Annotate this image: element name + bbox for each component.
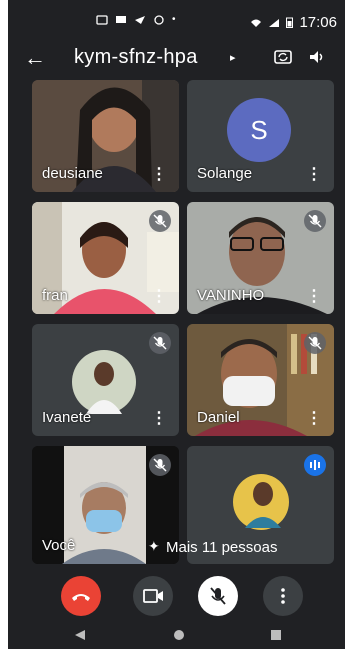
participant-name: Solange bbox=[197, 165, 253, 182]
mic-off-icon bbox=[210, 587, 226, 605]
end-call-icon bbox=[72, 594, 90, 601]
participant-name: Daniel bbox=[197, 409, 240, 426]
participant-tile-solange[interactable]: S Solange ⋮ bbox=[187, 80, 334, 192]
video-toggle-button[interactable] bbox=[133, 576, 173, 616]
more-vert-icon[interactable]: ⋮ bbox=[151, 411, 167, 427]
mic-off-icon bbox=[304, 210, 326, 232]
notification-icon bbox=[96, 14, 108, 25]
meet-screen: • 17:06 ← kym-sfnz-hpa ▸ deusiane ⋮ S So… bbox=[8, 0, 345, 649]
participant-tile-ivanete[interactable]: Ivanete ⋮ bbox=[32, 324, 179, 436]
end-call-button[interactable] bbox=[61, 576, 101, 616]
mic-off-icon bbox=[149, 332, 171, 354]
mic-off-icon bbox=[149, 210, 171, 232]
more-notifications-dot: • bbox=[172, 14, 176, 25]
mic-off-icon bbox=[304, 332, 326, 354]
system-icons: 17:06 bbox=[250, 14, 337, 31]
square-recent-icon[interactable] bbox=[270, 629, 282, 641]
more-vert-icon[interactable]: ⋮ bbox=[151, 289, 167, 305]
more-vert-icon[interactable]: ⋮ bbox=[306, 289, 322, 305]
system-nav-bar bbox=[8, 620, 345, 649]
status-time: 17:06 bbox=[299, 14, 337, 31]
more-vert-icon[interactable]: ⋮ bbox=[151, 167, 167, 183]
speaker-icon[interactable] bbox=[308, 48, 326, 66]
more-vert-icon bbox=[281, 588, 285, 604]
message-icon bbox=[116, 15, 126, 23]
mic-toggle-button[interactable] bbox=[198, 576, 238, 616]
status-bar: • 17:06 bbox=[8, 0, 345, 40]
signal-icon bbox=[269, 18, 280, 27]
participant-name: VANINHO bbox=[197, 287, 265, 304]
participant-tile-deusiane[interactable]: deusiane ⋮ bbox=[32, 80, 179, 192]
mic-off-icon bbox=[149, 454, 171, 476]
more-vert-icon[interactable]: ⋮ bbox=[306, 167, 322, 183]
sparkle-icon: ✦ bbox=[148, 538, 160, 554]
triangle-back-icon[interactable] bbox=[74, 629, 86, 641]
participant-name: deusiane bbox=[42, 165, 103, 182]
participant-tile-vaninho[interactable]: VANINHO ⋮ bbox=[187, 202, 334, 314]
participant-name: Você bbox=[42, 537, 76, 554]
battery-icon bbox=[286, 17, 294, 28]
participant-tile-fran[interactable]: fran ⋮ bbox=[32, 202, 179, 314]
notification-icons: • bbox=[96, 14, 176, 25]
call-controls bbox=[8, 570, 345, 620]
more-people-label[interactable]: Mais 11 pessoas bbox=[166, 539, 277, 556]
video-icon bbox=[143, 589, 163, 603]
caret-right-icon[interactable]: ▸ bbox=[230, 51, 236, 64]
arrow-left-icon[interactable]: ← bbox=[24, 44, 46, 72]
meeting-code[interactable]: kym-sfnz-hpa bbox=[74, 46, 198, 69]
participant-name: fran bbox=[42, 287, 68, 304]
more-vert-icon[interactable]: ⋮ bbox=[306, 411, 322, 427]
meeting-header: ← kym-sfnz-hpa ▸ bbox=[8, 42, 345, 76]
whatsapp-icon bbox=[154, 14, 164, 25]
avatar: S bbox=[227, 98, 291, 162]
participant-name: Ivanete bbox=[42, 409, 92, 426]
circle-home-icon[interactable] bbox=[173, 629, 185, 641]
send-icon bbox=[135, 15, 145, 24]
camera-switch-icon[interactable] bbox=[274, 48, 292, 66]
participant-tile-daniel[interactable]: Daniel ⋮ bbox=[187, 324, 334, 436]
wifi-icon bbox=[251, 19, 262, 27]
more-options-button[interactable] bbox=[263, 576, 303, 616]
